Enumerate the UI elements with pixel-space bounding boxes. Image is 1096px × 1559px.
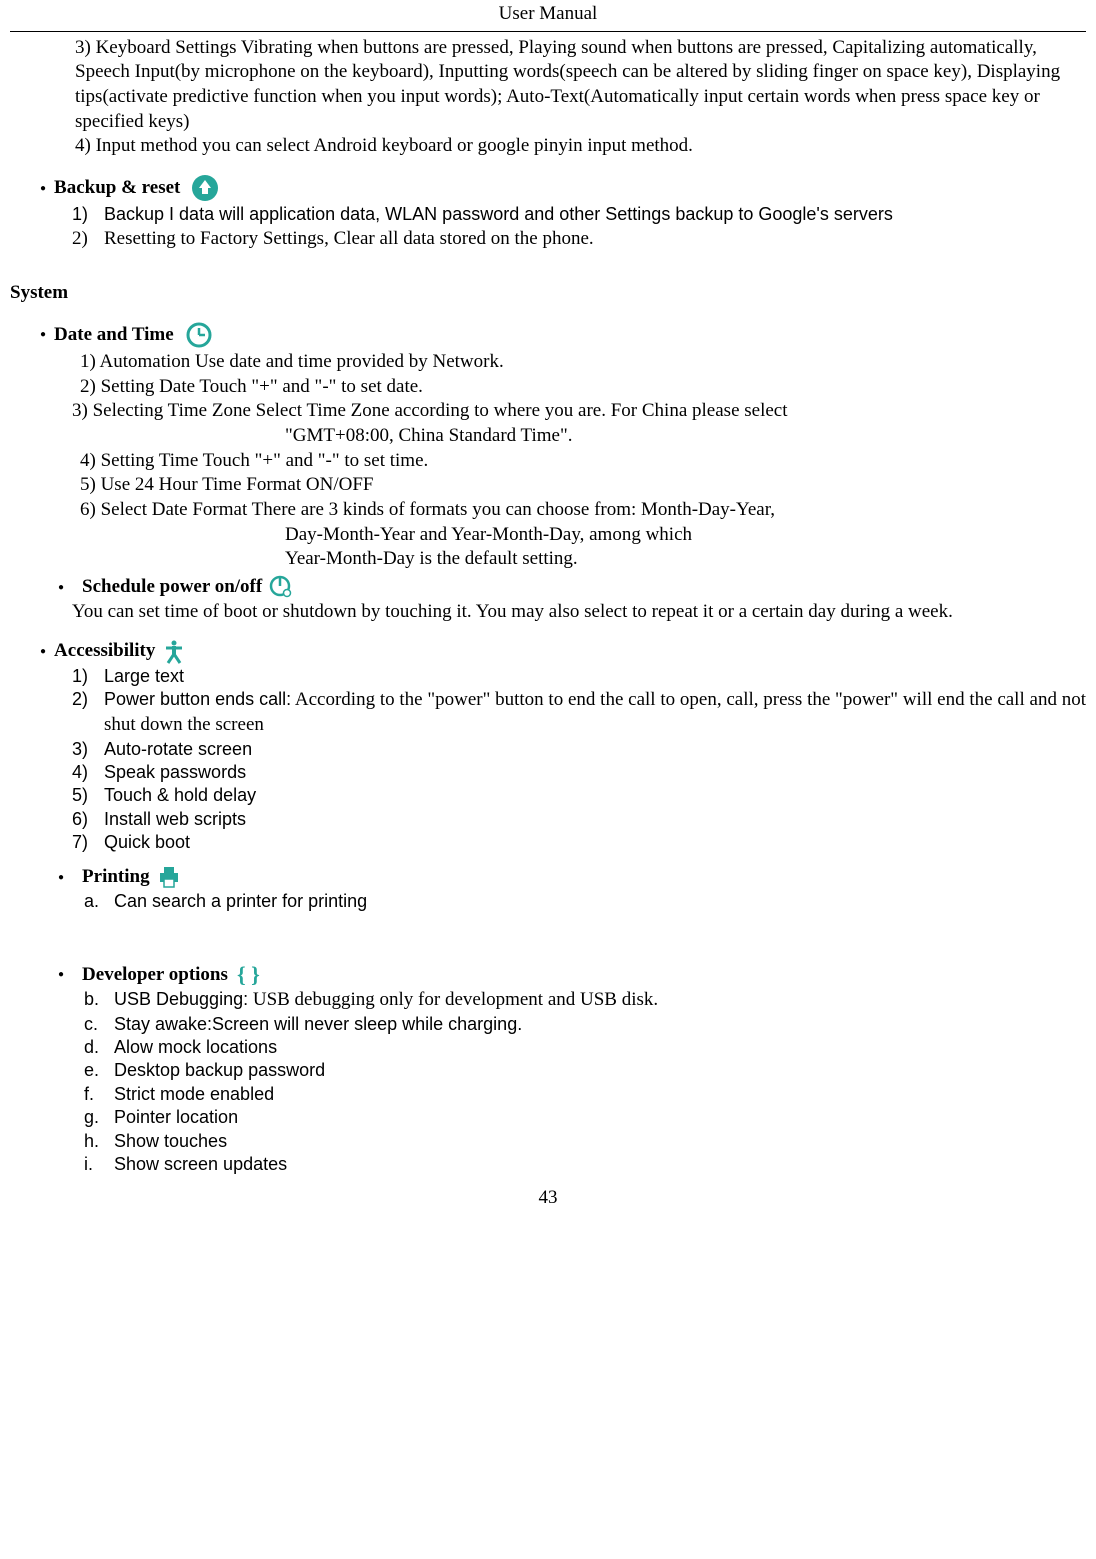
page-header: User Manual bbox=[10, 0, 1086, 32]
developer-item-c: c.Stay awake:Screen will never sleep whi… bbox=[84, 1013, 1086, 1036]
page-content: 3) Keyboard Settings Vibrating when butt… bbox=[10, 32, 1086, 1211]
developer-item-i: i.Show screen updates bbox=[84, 1153, 1086, 1176]
accessibility-heading: Accessibility bbox=[54, 639, 155, 664]
datetime-heading-line: ● Date and Time bbox=[10, 320, 1086, 350]
list-number: 2) bbox=[72, 688, 104, 737]
list-text: Auto-rotate screen bbox=[104, 738, 252, 761]
datetime-item-2: 2) Setting Date Touch "+" and "-" to set… bbox=[80, 375, 1086, 400]
dev-b-desc: USB debugging only for development and U… bbox=[248, 989, 658, 1010]
datetime-item-1: 1) Automation Use date and time provided… bbox=[80, 350, 1086, 375]
backup-icon bbox=[190, 173, 220, 203]
accessibility-item-3: 3)Auto-rotate screen bbox=[72, 738, 1086, 761]
list-letter: i. bbox=[84, 1153, 114, 1176]
list-text: Backup I data will application data, WLA… bbox=[104, 203, 893, 226]
backup-item-2: 2) Resetting to Factory Settings, Clear … bbox=[72, 227, 1086, 252]
bullet-icon: ● bbox=[58, 871, 64, 884]
list-letter: e. bbox=[84, 1059, 114, 1082]
bullet-icon: ● bbox=[58, 968, 64, 981]
datetime-item-6a: 6) Select Date Format There are 3 kinds … bbox=[80, 498, 1086, 523]
datetime-item-5: 5) Use 24 Hour Time Format ON/OFF bbox=[80, 473, 1086, 498]
datetime-item-3b: "GMT+08:00, China Standard Time". bbox=[285, 424, 1086, 449]
list-text: Power button ends call: According to the… bbox=[104, 688, 1086, 737]
datetime-item-6c: Year-Month-Day is the default setting. bbox=[285, 547, 1086, 572]
list-number: 1) bbox=[72, 665, 104, 688]
list-text: Large text bbox=[104, 665, 184, 688]
keyboard-settings-text: 3) Keyboard Settings Vibrating when butt… bbox=[75, 36, 1086, 135]
list-letter: g. bbox=[84, 1106, 114, 1129]
item-2-label: Power button ends call: bbox=[104, 689, 291, 709]
list-text: Strict mode enabled bbox=[114, 1083, 274, 1106]
developer-item-h: h.Show touches bbox=[84, 1130, 1086, 1153]
list-text: Alow mock locations bbox=[114, 1036, 277, 1059]
accessibility-item-7: 7)Quick boot bbox=[72, 831, 1086, 854]
printer-icon bbox=[156, 864, 182, 890]
developer-item-b: b.USB Debugging: USB debugging only for … bbox=[84, 988, 1086, 1013]
list-letter: a. bbox=[84, 890, 114, 913]
list-number: 3) bbox=[72, 738, 104, 761]
braces-icon: { } bbox=[234, 962, 260, 988]
dev-b-label: USB Debugging: bbox=[114, 989, 248, 1009]
datetime-item-4: 4) Setting Time Touch "+" and "-" to set… bbox=[80, 449, 1086, 474]
list-text: Pointer location bbox=[114, 1106, 238, 1129]
backup-reset-heading: Backup & reset bbox=[54, 176, 180, 201]
accessibility-heading-line: ● Accessibility bbox=[10, 639, 1086, 665]
schedule-heading: Schedule power on/off bbox=[82, 575, 262, 600]
backup-item-1: 1) Backup I data will application data, … bbox=[72, 203, 1086, 226]
list-letter: f. bbox=[84, 1083, 114, 1106]
list-text: Can search a printer for printing bbox=[114, 890, 367, 913]
list-text: Desktop backup password bbox=[114, 1059, 325, 1082]
bullet-icon: ● bbox=[40, 328, 46, 341]
power-icon bbox=[268, 574, 294, 600]
bullet-icon: ● bbox=[40, 182, 46, 195]
clock-icon bbox=[184, 320, 214, 350]
datetime-heading: Date and Time bbox=[54, 323, 174, 348]
accessibility-icon bbox=[161, 639, 187, 665]
list-text: Install web scripts bbox=[104, 808, 246, 831]
accessibility-item-6: 6)Install web scripts bbox=[72, 808, 1086, 831]
bullet-icon: ● bbox=[40, 645, 46, 658]
backup-reset-heading-line: ● Backup & reset bbox=[10, 173, 1086, 203]
schedule-text-span: You can set time of boot or shutdown by … bbox=[72, 601, 953, 622]
list-number: 6) bbox=[72, 808, 104, 831]
printing-item-a: a.Can search a printer for printing bbox=[84, 890, 1086, 913]
list-text: Touch & hold delay bbox=[104, 784, 256, 807]
datetime-item-6b: Day-Month-Year and Year-Month-Day, among… bbox=[285, 523, 1086, 548]
list-number: 5) bbox=[72, 784, 104, 807]
accessibility-item-1: 1)Large text bbox=[72, 665, 1086, 688]
list-number: 4) bbox=[72, 761, 104, 784]
bullet-icon: ● bbox=[58, 581, 64, 594]
developer-item-g: g.Pointer location bbox=[84, 1106, 1086, 1129]
input-method-text: 4) Input method you can select Android k… bbox=[75, 134, 1086, 159]
list-letter: c. bbox=[84, 1013, 114, 1036]
schedule-text-a: You can set time of boot or shutdown by … bbox=[72, 600, 1086, 625]
list-text: Resetting to Factory Settings, Clear all… bbox=[104, 227, 594, 252]
accessibility-item-4: 4)Speak passwords bbox=[72, 761, 1086, 784]
svg-text:{ }: { } bbox=[237, 962, 260, 987]
list-text: Speak passwords bbox=[104, 761, 246, 784]
system-heading: System bbox=[10, 281, 1086, 306]
list-text: Quick boot bbox=[104, 831, 190, 854]
list-text: Show touches bbox=[114, 1130, 227, 1153]
developer-item-d: d.Alow mock locations bbox=[84, 1036, 1086, 1059]
page-number: 43 bbox=[10, 1186, 1086, 1211]
developer-heading: Developer options bbox=[82, 963, 228, 988]
printing-heading: Printing bbox=[82, 865, 150, 890]
list-text: Show screen updates bbox=[114, 1153, 287, 1176]
list-number: 7) bbox=[72, 831, 104, 854]
accessibility-item-5: 5)Touch & hold delay bbox=[72, 784, 1086, 807]
list-text: USB Debugging: USB debugging only for de… bbox=[114, 988, 658, 1013]
list-number: 1) bbox=[72, 203, 104, 226]
developer-item-f: f.Strict mode enabled bbox=[84, 1083, 1086, 1106]
datetime-item-3a: 3) Selecting Time Zone Select Time Zone … bbox=[72, 399, 1086, 424]
list-number: 2) bbox=[72, 227, 104, 252]
list-letter: d. bbox=[84, 1036, 114, 1059]
list-letter: h. bbox=[84, 1130, 114, 1153]
accessibility-item-2: 2) Power button ends call: According to … bbox=[72, 688, 1086, 737]
list-text: Stay awake:Screen will never sleep while… bbox=[114, 1013, 522, 1036]
list-letter: b. bbox=[84, 988, 114, 1013]
developer-item-e: e.Desktop backup password bbox=[84, 1059, 1086, 1082]
